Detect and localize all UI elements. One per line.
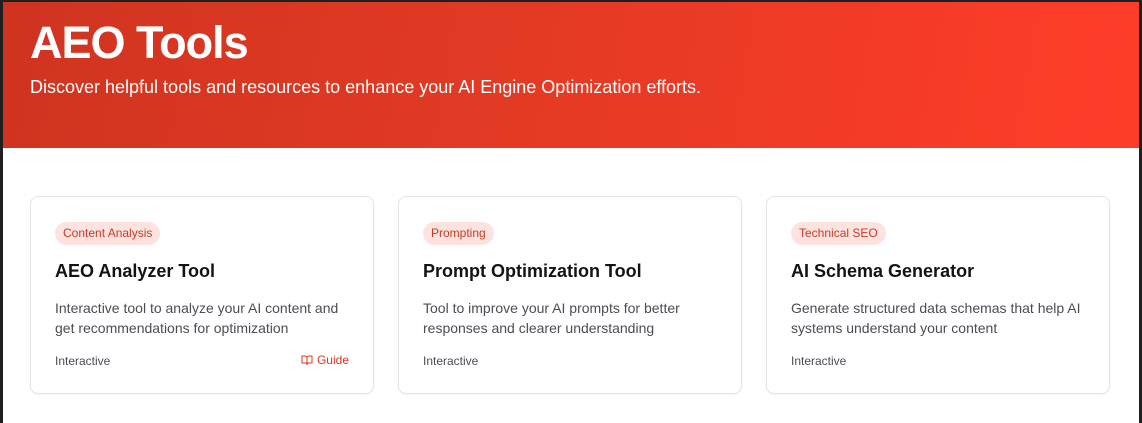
hero-banner: AEO Tools Discover helpful tools and res… xyxy=(3,2,1139,148)
tool-card-aeo-analyzer[interactable]: Content Analysis AEO Analyzer Tool Inter… xyxy=(30,196,374,394)
tool-type-label: Interactive xyxy=(791,354,847,368)
category-badge: Technical SEO xyxy=(791,222,886,245)
tool-description: Tool to improve your AI prompts for bett… xyxy=(423,300,680,336)
category-badge: Prompting xyxy=(423,222,494,245)
tool-title[interactable]: AEO Analyzer Tool xyxy=(55,259,215,283)
page-subtitle: Discover helpful tools and resources to … xyxy=(30,77,702,97)
tools-grid: Content Analysis AEO Analyzer Tool Inter… xyxy=(30,196,1112,394)
page-title: AEO Tools xyxy=(30,17,249,68)
tool-card-prompt-optimization[interactable]: Prompting Prompt Optimization Tool Tool … xyxy=(398,196,742,394)
page: AEO Tools Discover helpful tools and res… xyxy=(3,2,1139,423)
tool-type-label: Interactive xyxy=(423,354,479,368)
guide-link[interactable]: Guide xyxy=(301,352,349,368)
tool-description: Generate structured data schemas that he… xyxy=(791,300,1081,336)
category-badge: Content Analysis xyxy=(55,222,161,245)
tool-title[interactable]: Prompt Optimization Tool xyxy=(423,259,642,283)
tool-card-schema-generator[interactable]: Technical SEO AI Schema Generator Genera… xyxy=(766,196,1110,394)
tool-description: Interactive tool to analyze your AI cont… xyxy=(55,300,339,336)
tool-type-label: Interactive xyxy=(55,354,111,368)
tool-title[interactable]: AI Schema Generator xyxy=(791,259,974,283)
book-open-icon xyxy=(301,354,313,366)
guide-link-label: Guide xyxy=(316,353,349,367)
